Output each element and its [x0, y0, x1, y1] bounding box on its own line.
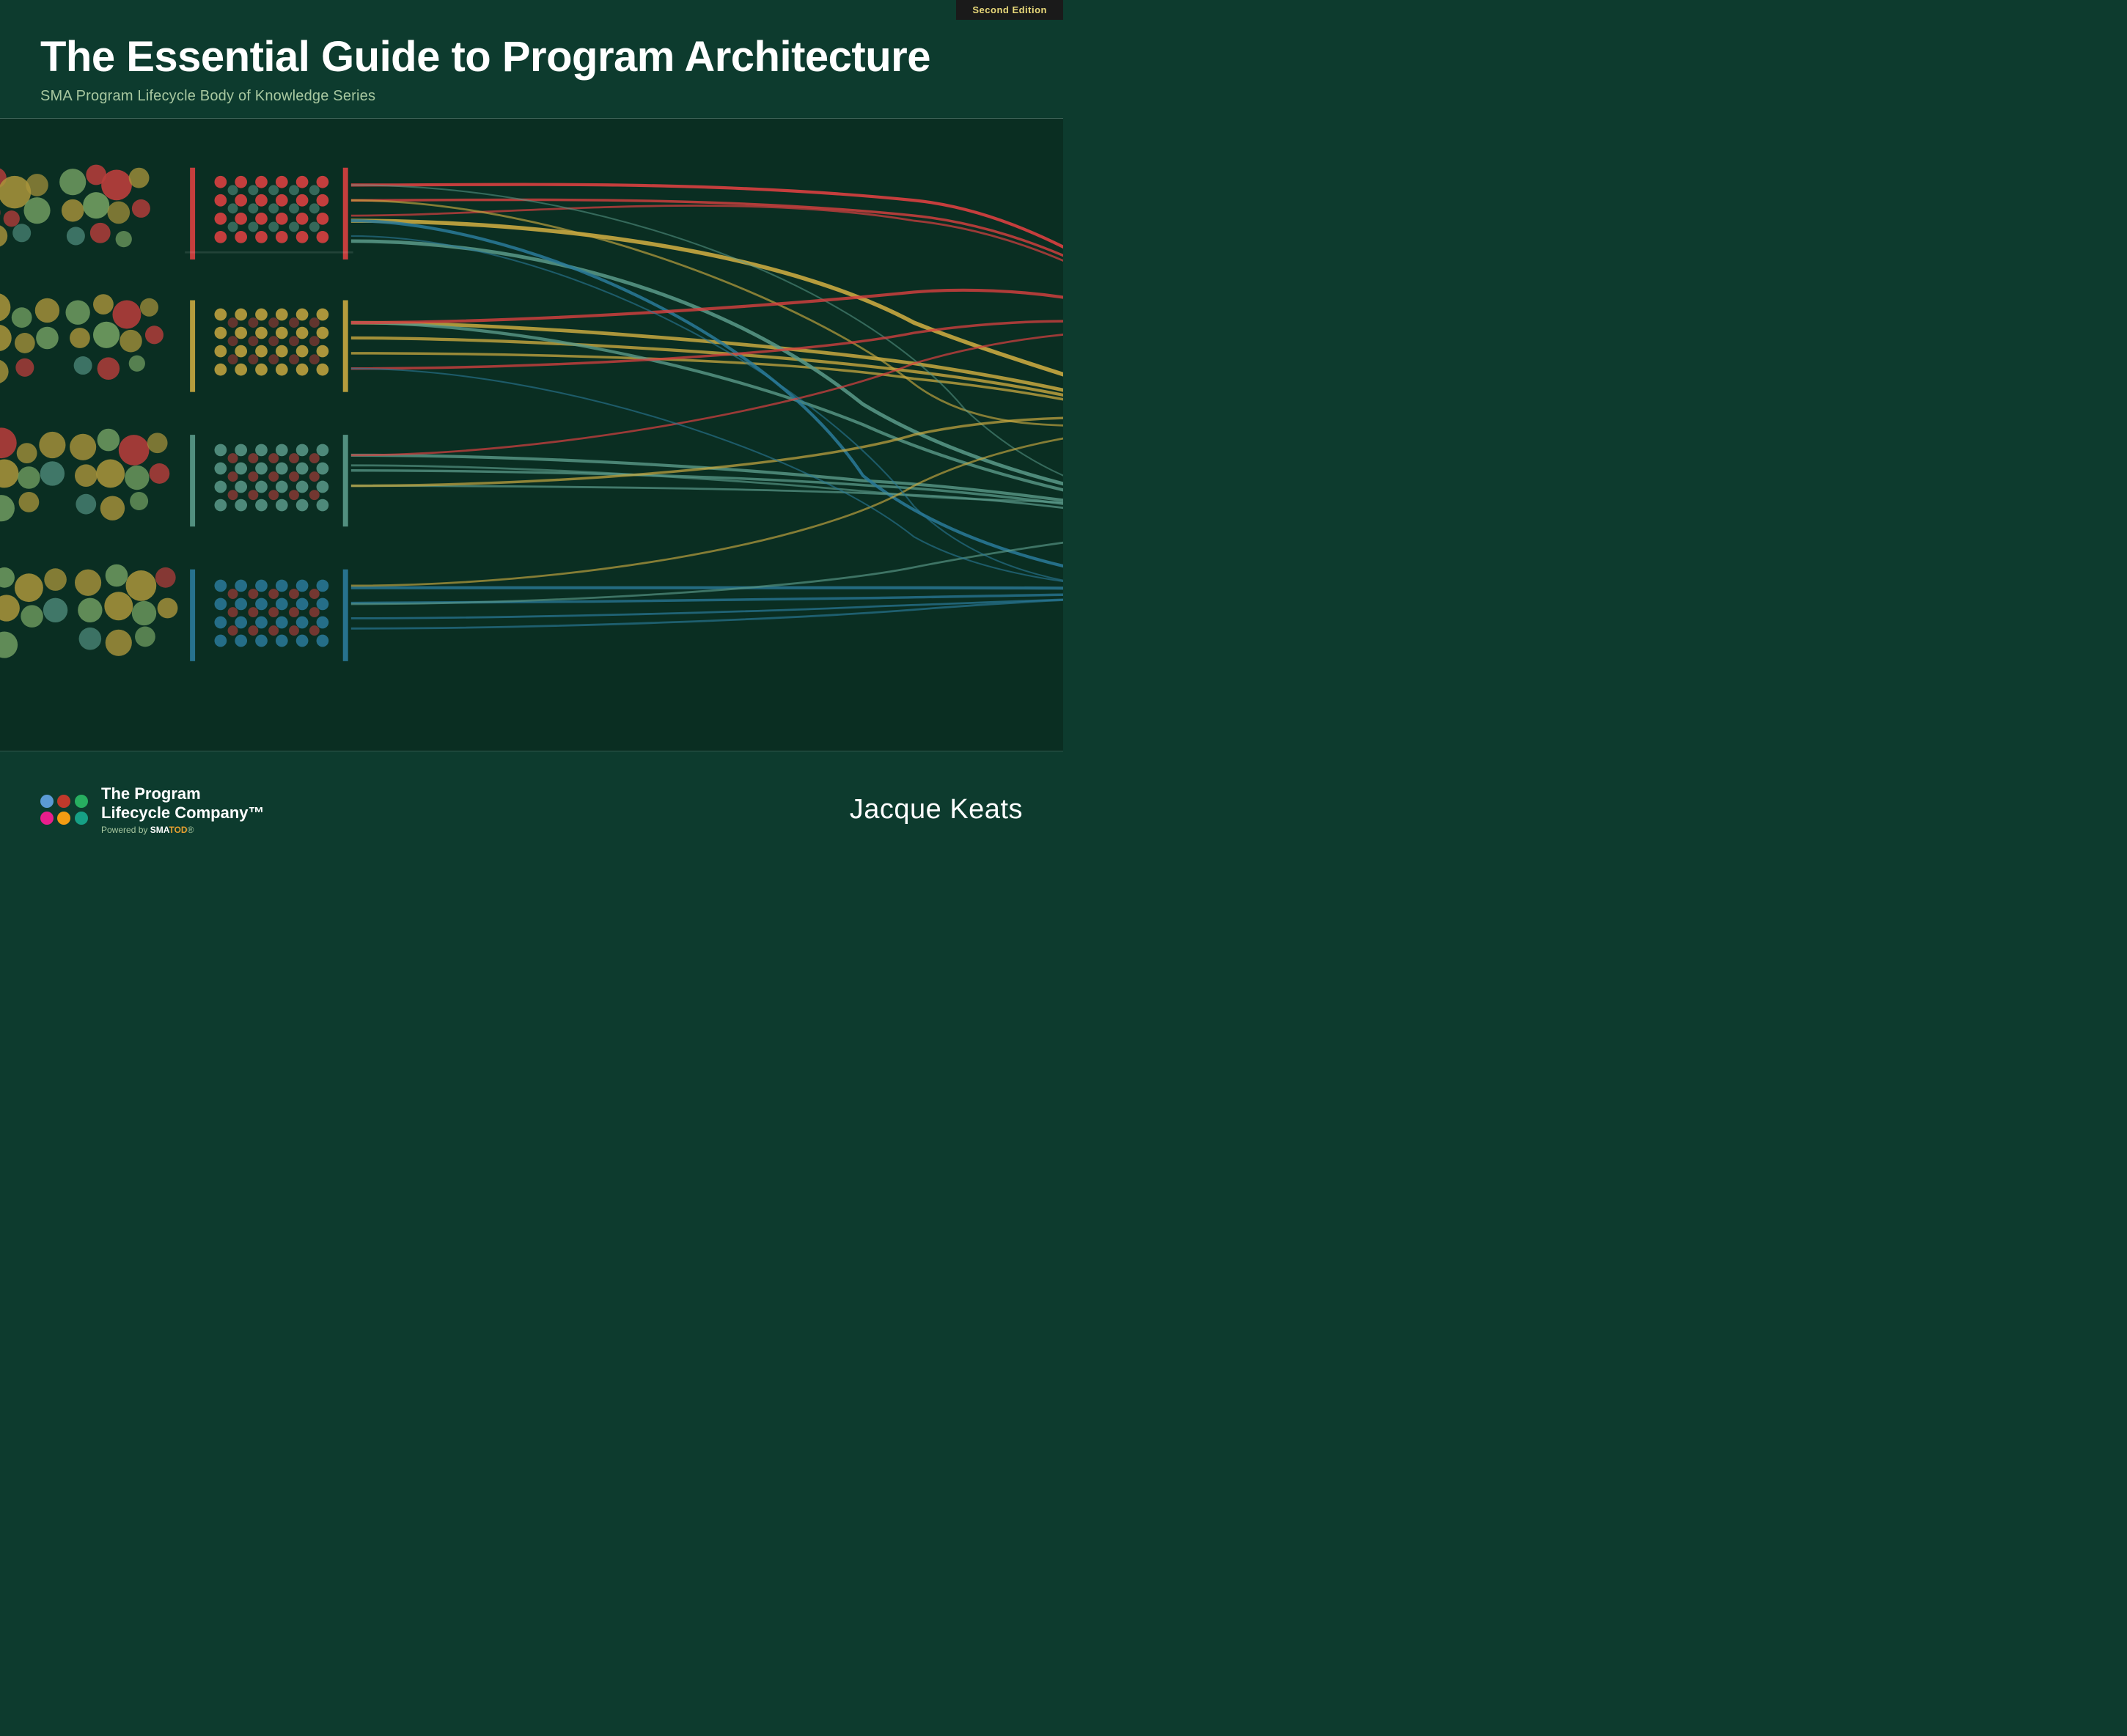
book-title: The Essential Guide to Program Architect… — [40, 34, 1023, 81]
logo-dot-green — [75, 795, 88, 808]
book-subtitle: SMA Program Lifecycle Body of Knowledge … — [40, 88, 1023, 105]
edition-badge: Second Edition — [956, 0, 1063, 20]
author-name: Jacque Keats — [850, 794, 1023, 825]
company-logo-section: The Program Lifecycle Company™ Powered b… — [40, 784, 265, 836]
logo-dot-blue — [40, 795, 54, 808]
logo-dot-red — [57, 795, 70, 808]
viz-canvas — [0, 119, 1063, 751]
visualization-section — [0, 119, 1063, 751]
company-name-line1: The Program Lifecycle Company™ — [101, 784, 265, 823]
company-name-block: The Program Lifecycle Company™ Powered b… — [101, 784, 265, 836]
logo-dot-teal — [75, 812, 88, 825]
logo-dot-orange — [57, 812, 70, 825]
powered-by-text: Powered by SMATOD® — [101, 825, 265, 835]
logo-dots — [40, 795, 88, 825]
header-section: Second Edition The Essential Guide to Pr… — [0, 0, 1063, 118]
footer-section: The Program Lifecycle Company™ Powered b… — [0, 751, 1063, 868]
logo-dot-pink — [40, 812, 54, 825]
book-cover: Second Edition The Essential Guide to Pr… — [0, 0, 1063, 868]
